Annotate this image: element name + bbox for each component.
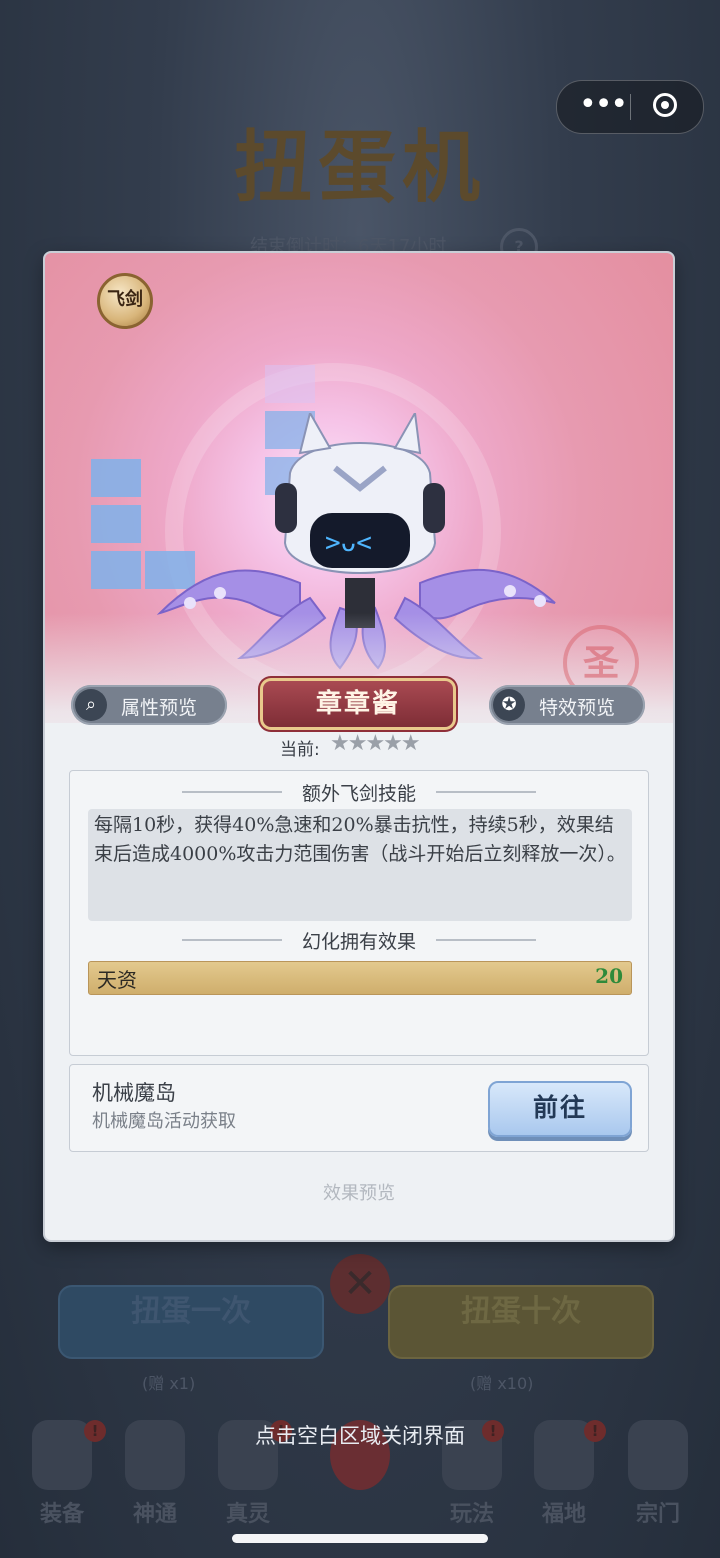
effect-preview-link[interactable]: 效果预览 [45, 1179, 673, 1205]
pixel-block [91, 551, 141, 589]
item-detail-dialog: >ᴗ< 飞剑 圣 ⌕ 属性预览 章章酱 ✪ 特效预览 当前: ★★★★★ 额外飞… [45, 253, 673, 1240]
star-rating: ★★★★★ [330, 731, 421, 756]
effect-preview-button[interactable]: ✪ 特效预览 [489, 685, 645, 725]
svg-text:>ᴗ<: >ᴗ< [325, 528, 372, 558]
effect-preview-label: 特效预览 [539, 697, 616, 719]
nav-label: 装备 [39, 1501, 84, 1527]
spin-ten-button: 扭蛋十次 [388, 1285, 654, 1359]
nav-label: 宗门 [635, 1501, 680, 1527]
skill-description: 每隔10秒，获得40%急速和20%暴击抗性，持续5秒，效果结束后造成4000%攻… [94, 814, 626, 865]
nav-label: 福地 [541, 1501, 586, 1527]
spin-ten-cost: (赠 x10) [470, 1374, 534, 1393]
own-effect-section-title: 幻化拥有效果 [70, 927, 648, 954]
source-description: 机械魔岛活动获取 [92, 1111, 236, 1132]
talent-label: 天资 [97, 968, 137, 992]
flying-sword-type-badge: 飞剑 [97, 273, 153, 329]
item-name-plate: 章章酱 [263, 681, 453, 727]
magnifier-icon: ⌕ [75, 689, 107, 721]
pixel-block [91, 505, 141, 543]
attribute-preview-label: 属性预览 [121, 697, 198, 719]
exit-miniprogram-icon[interactable] [653, 93, 677, 117]
skill-section-label: 额外飞剑技能 [301, 783, 416, 805]
capsule-divider [630, 94, 631, 120]
miniprogram-capsule: ••• [556, 80, 704, 134]
close-icon[interactable]: ✕ [330, 1254, 390, 1314]
nav-label: 真灵 [225, 1501, 270, 1527]
own-effect-section-label: 幻化拥有效果 [301, 931, 416, 953]
title-divider [436, 939, 536, 941]
title-divider [182, 791, 282, 793]
nav-label: 神通 [132, 1501, 177, 1527]
title-divider [182, 939, 282, 941]
source-panel: 机械魔岛 机械魔岛活动获取 前往 [69, 1064, 649, 1152]
nav-label: 玩法 [449, 1501, 494, 1527]
goto-button[interactable]: 前往 [488, 1081, 632, 1137]
talent-bar: 天资 20 [88, 961, 632, 995]
title-divider [436, 791, 536, 793]
skill-description-box: 每隔10秒，获得40%急速和20%暴击抗性，持续5秒，效果结束后造成4000%攻… [88, 809, 632, 921]
current-star-label: 当前: [280, 740, 320, 760]
sparkle-icon: ✪ [493, 689, 525, 721]
pixel-block [91, 459, 141, 497]
talent-value: 20 [595, 964, 623, 988]
attribute-preview-button[interactable]: ⌕ 属性预览 [71, 685, 227, 725]
home-indicator[interactable] [232, 1534, 488, 1543]
more-menu-icon[interactable]: ••• [579, 87, 628, 122]
pixel-block [265, 365, 315, 403]
skill-panel: 额外飞剑技能 每隔10秒，获得40%急速和20%暴击抗性，持续5秒，效果结束后造… [69, 770, 649, 1056]
close-hint[interactable]: 点击空白区域关闭界面 [0, 1420, 720, 1450]
skill-section-title: 额外飞剑技能 [70, 779, 648, 806]
spin-once-cost: (赠 x1) [142, 1374, 196, 1393]
spin-once-button: 扭蛋一次 [58, 1285, 324, 1359]
source-name: 机械魔岛 [92, 1081, 176, 1105]
